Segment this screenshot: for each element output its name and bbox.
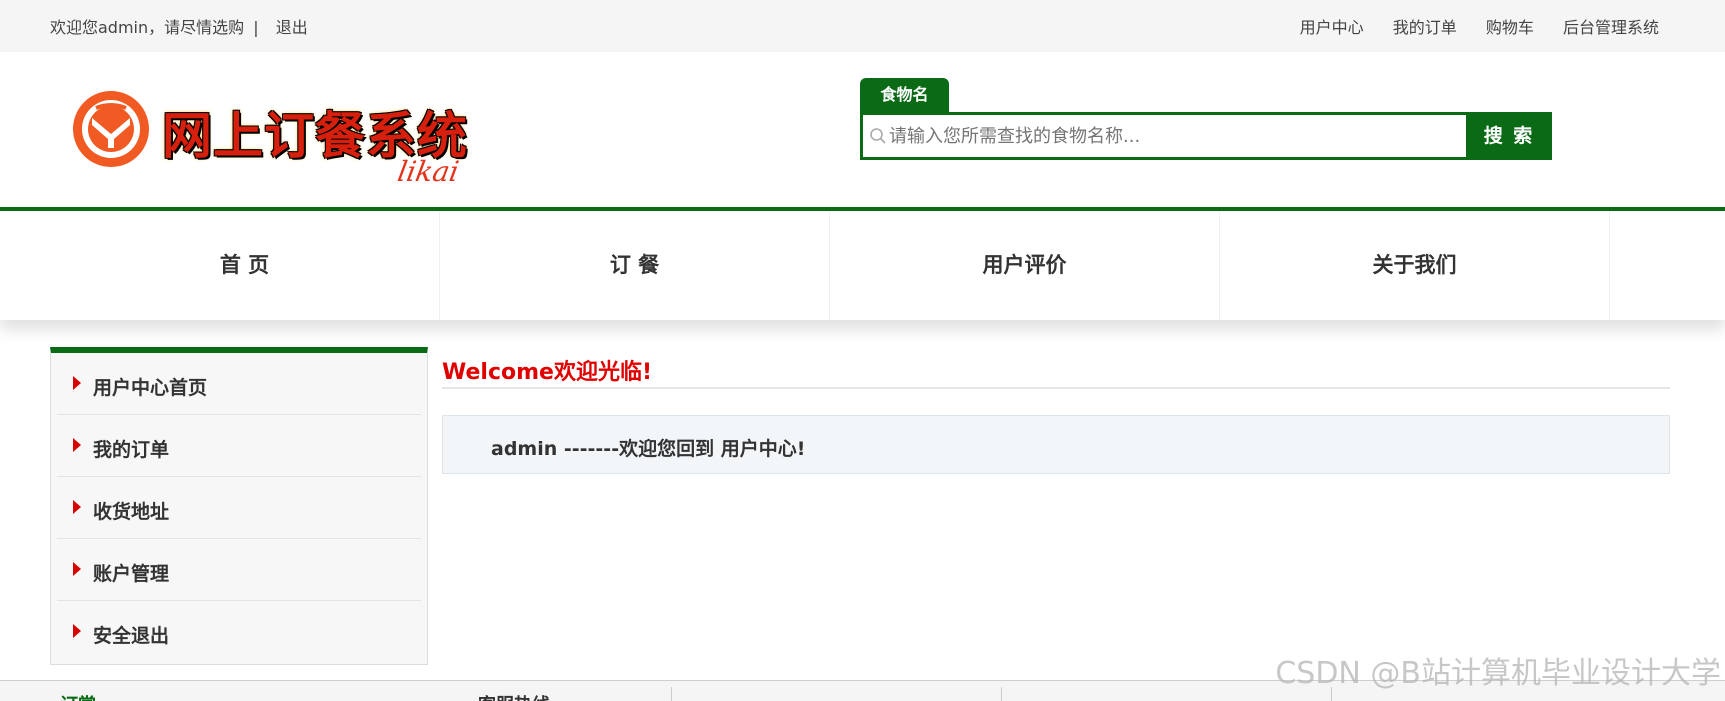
sidebar-item-label: 安全退出: [93, 625, 170, 647]
sidebar: 用户中心首页 我的订单 收货地址 账户管理 安全退出: [50, 347, 428, 665]
caret-right-icon: [73, 438, 81, 452]
topbar-left: 欢迎您admin，请尽情选购 | 退出: [50, 14, 308, 38]
caret-right-icon: [73, 562, 81, 576]
logout-link[interactable]: 退出: [276, 18, 308, 37]
search-input[interactable]: [885, 115, 1525, 157]
main-nav: 首 页 订 餐 用户评价 关于我们: [0, 207, 1725, 320]
user-center-link[interactable]: 用户中心: [1300, 18, 1364, 37]
search-button[interactable]: 搜 索: [1466, 112, 1552, 160]
caret-right-icon: [73, 500, 81, 514]
sidebar-item-label: 账户管理: [93, 563, 170, 585]
nav-about[interactable]: 关于我们: [1220, 211, 1610, 320]
topbar-separator: |: [253, 18, 259, 37]
page-title: Welcome欢迎光临!: [442, 360, 652, 385]
nav-reviews[interactable]: 用户评价: [830, 211, 1220, 320]
logo-subtitle: likai: [395, 155, 462, 188]
sidebar-item-logout[interactable]: 安全退出: [57, 601, 421, 663]
sidebar-item-label: 收货地址: [93, 501, 170, 523]
footer-hotline: 客服热线: [478, 691, 550, 701]
welcome-box: admin -------欢迎您回到 用户中心!: [442, 415, 1670, 474]
caret-right-icon: [73, 376, 81, 390]
title-divider: [442, 387, 1670, 389]
search-tab[interactable]: 食物名: [860, 78, 949, 112]
sidebar-item-label: 我的订单: [93, 439, 170, 461]
watermark: CSDN @B站计算机毕业设计大学: [1275, 656, 1721, 691]
footer-divider: [1001, 687, 1002, 701]
nav-order[interactable]: 订 餐: [440, 211, 830, 320]
topbar-right: 用户中心 我的订单 购物车 后台管理系统: [1276, 14, 1659, 38]
admin-system-link[interactable]: 后台管理系统: [1563, 18, 1659, 37]
welcome-text: 欢迎您admin，请尽情选购: [50, 18, 245, 37]
sidebar-item-user-center-home[interactable]: 用户中心首页: [57, 353, 421, 415]
logo-icon[interactable]: [70, 88, 152, 170]
footer-col1: 订赏:: [60, 691, 103, 701]
search-box: [860, 112, 1552, 160]
footer-divider: [671, 687, 672, 701]
sidebar-item-label: 用户中心首页: [93, 377, 208, 399]
sidebar-item-my-orders[interactable]: 我的订单: [57, 415, 421, 477]
welcome-message: admin -------欢迎您回到 用户中心!: [491, 438, 806, 460]
caret-right-icon: [73, 624, 81, 638]
my-orders-link[interactable]: 我的订单: [1393, 18, 1457, 37]
top-bar: 欢迎您admin，请尽情选购 | 退出 用户中心 我的订单 购物车 后台管理系统: [0, 0, 1725, 52]
sidebar-item-account[interactable]: 账户管理: [57, 539, 421, 601]
cart-link[interactable]: 购物车: [1486, 18, 1534, 37]
nav-home[interactable]: 首 页: [50, 211, 440, 320]
sidebar-item-address[interactable]: 收货地址: [57, 477, 421, 539]
